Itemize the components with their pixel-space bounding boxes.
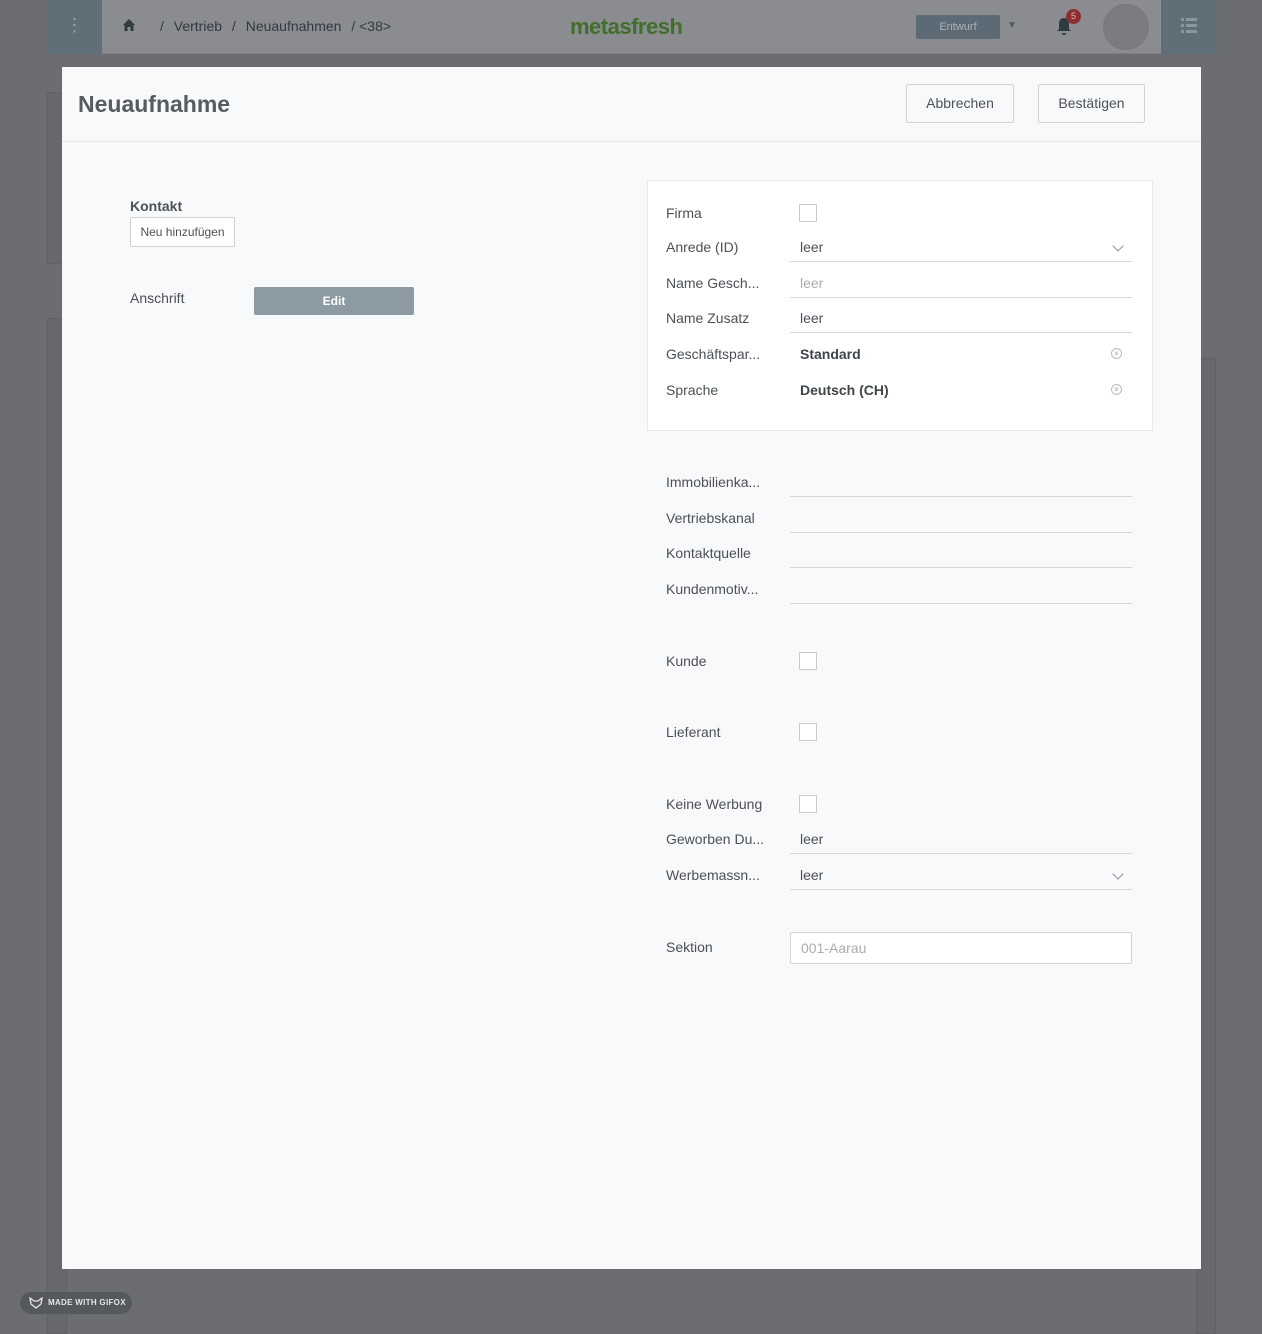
caret-down-icon[interactable]: ▼: [1007, 20, 1017, 31]
keine-werbung-checkbox[interactable]: [799, 795, 817, 813]
chevron-down-icon: [1112, 240, 1124, 252]
field-firma: Firma: [666, 198, 1133, 228]
sprache-lookup[interactable]: Deutsch (CH) ×: [790, 375, 1132, 405]
fox-icon: [29, 1297, 43, 1309]
breadcrumb-neuaufnahmen[interactable]: Neuaufnahmen: [246, 18, 342, 34]
immobilien-input[interactable]: [790, 467, 1132, 497]
top-header: ⋮ / Vertrieb / Neuaufnahmen / <38> metas…: [0, 0, 1262, 54]
menu-icon[interactable]: ⋮: [47, 0, 102, 54]
gifox-watermark: MADE WITH GIFOX: [20, 1292, 132, 1314]
lieferant-label: Lieferant: [666, 724, 721, 740]
add-contact-button[interactable]: Neu hinzufügen: [130, 217, 235, 247]
name-gesch-label: Name Gesch...: [666, 275, 760, 291]
field-immobilien: Immobilienka...: [666, 467, 1133, 497]
werbemassn-value: leer: [800, 867, 824, 883]
field-anrede: Anrede (ID) leer: [666, 232, 1133, 262]
kontaktquelle-input[interactable]: [790, 538, 1132, 568]
sidelist-icon[interactable]: [1161, 0, 1216, 54]
clear-icon[interactable]: ×: [1111, 348, 1122, 359]
field-name-zusatz: Name Zusatz leer: [666, 303, 1133, 333]
field-geschaeftspartner: Geschäftspar... Standard ×: [666, 339, 1133, 369]
geschaeftspartner-lookup[interactable]: Standard ×: [790, 339, 1132, 369]
lieferant-checkbox[interactable]: [799, 723, 817, 741]
modal-title: Neuaufnahme: [78, 91, 231, 117]
werbemassn-label: Werbemassn...: [666, 867, 760, 883]
werbemassn-select[interactable]: leer: [790, 860, 1132, 890]
sprache-value: Deutsch (CH): [800, 382, 889, 398]
immobilien-label: Immobilienka...: [666, 474, 761, 490]
breadcrumb-vertrieb[interactable]: Vertrieb: [174, 18, 222, 34]
field-keine-werbung: Keine Werbung: [666, 789, 1133, 819]
header-left-gutter: [0, 0, 47, 54]
sektion-label: Sektion: [666, 939, 713, 955]
chevron-down-icon: [1112, 868, 1124, 880]
notification-badge: 5: [1066, 9, 1081, 24]
list-icon: [1181, 18, 1197, 33]
modal-header: Neuaufnahme Abbrechen Bestätigen: [62, 67, 1201, 142]
kundenmotiv-label: Kundenmotiv...: [666, 581, 759, 597]
firma-label: Firma: [666, 205, 702, 221]
field-werbemassn: Werbemassn... leer: [666, 860, 1133, 890]
home-icon[interactable]: [121, 17, 137, 33]
firma-checkbox[interactable]: [799, 204, 817, 222]
vertriebskanal-input[interactable]: [790, 503, 1132, 533]
contact-label: Kontakt: [130, 198, 183, 214]
kundenmotiv-input[interactable]: [790, 574, 1132, 604]
sektion-input: 001-Aarau: [790, 932, 1132, 964]
field-vertriebskanal: Vertriebskanal: [666, 503, 1133, 533]
breadcrumb: / Vertrieb / Neuaufnahmen / <38>: [160, 18, 397, 34]
watermark-text: MADE WITH GIFOX: [48, 1298, 126, 1307]
confirm-button[interactable]: Bestätigen: [1038, 84, 1145, 123]
field-sprache: Sprache Deutsch (CH) ×: [666, 375, 1133, 405]
geworben-input[interactable]: leer: [790, 824, 1132, 854]
anrede-select[interactable]: leer: [790, 232, 1132, 262]
edit-address-button[interactable]: Edit: [254, 287, 414, 315]
field-geworben: Geworben Du... leer: [666, 824, 1133, 854]
sprache-label: Sprache: [666, 382, 719, 398]
field-kontaktquelle: Kontaktquelle: [666, 538, 1133, 568]
field-kunde: Kunde: [666, 646, 1133, 676]
geworben-label: Geworben Du...: [666, 831, 765, 847]
header-right-gutter: [1216, 0, 1262, 54]
kunde-checkbox[interactable]: [799, 652, 817, 670]
breadcrumb-separator: /: [160, 18, 164, 34]
address-label: Anschrift: [130, 290, 185, 306]
avatar[interactable]: [1103, 4, 1149, 50]
cancel-button[interactable]: Abbrechen: [906, 84, 1014, 123]
anrede-label: Anrede (ID): [666, 239, 739, 255]
name-zusatz-label: Name Zusatz: [666, 310, 750, 326]
geschaeftspartner-value: Standard: [800, 346, 861, 362]
field-name-gesch: Name Gesch... leer: [666, 268, 1133, 298]
kunde-label: Kunde: [666, 653, 707, 669]
field-sektion: Sektion 001-Aarau: [666, 932, 1133, 964]
breadcrumb-separator: /: [231, 18, 236, 34]
keine-werbung-label: Keine Werbung: [666, 796, 763, 812]
geschaeftspartner-label: Geschäftspar...: [666, 346, 761, 362]
vertriebskanal-label: Vertriebskanal: [666, 510, 755, 526]
app-logo[interactable]: metasfresh: [570, 14, 683, 40]
breadcrumb-record[interactable]: / <38>: [351, 18, 391, 34]
clear-icon[interactable]: ×: [1111, 384, 1122, 395]
field-lieferant: Lieferant: [666, 717, 1133, 747]
name-zusatz-input[interactable]: leer: [790, 303, 1132, 333]
name-gesch-input[interactable]: leer: [790, 268, 1132, 298]
new-record-modal: Neuaufnahme Abbrechen Bestätigen Kontakt…: [62, 67, 1201, 1269]
status-dropdown[interactable]: Entwurf: [916, 15, 1000, 39]
anrede-value: leer: [800, 239, 824, 255]
field-kundenmotiv: Kundenmotiv...: [666, 574, 1133, 604]
kontaktquelle-label: Kontaktquelle: [666, 545, 751, 561]
